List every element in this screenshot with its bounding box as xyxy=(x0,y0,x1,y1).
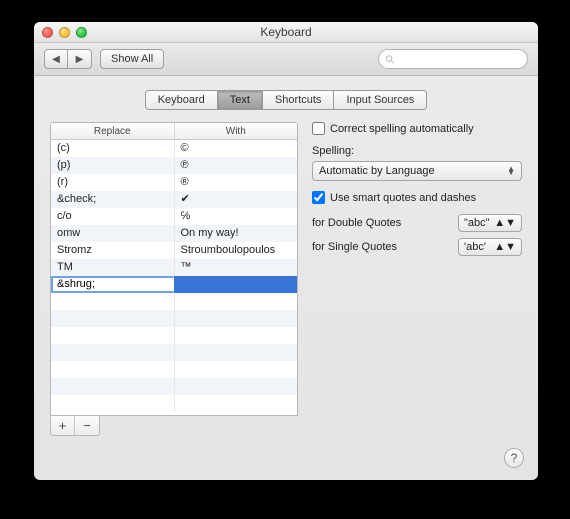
updown-icon: ▲▼ xyxy=(507,167,515,175)
double-quotes-popup[interactable]: "abc" ▲▼ xyxy=(458,214,522,232)
tab-label: Text xyxy=(230,94,250,106)
tab-keyboard[interactable]: Keyboard xyxy=(145,90,218,110)
cell-replace: &check; xyxy=(51,191,175,208)
titlebar: Keyboard xyxy=(34,22,538,43)
tab-label: Keyboard xyxy=(158,94,205,106)
search-input[interactable] xyxy=(399,53,521,65)
help-icon: ? xyxy=(511,451,518,465)
double-quotes-label: for Double Quotes xyxy=(312,217,401,229)
col-replace[interactable]: Replace xyxy=(51,123,175,139)
cell-replace-input[interactable]: &shrug; xyxy=(51,276,174,293)
window-title: Keyboard xyxy=(34,25,538,39)
table-row-editing[interactable]: &shrug; xyxy=(51,276,297,293)
cell-replace: TM xyxy=(51,259,175,276)
table-row[interactable]: StromzStroumboulopoulos xyxy=(51,242,297,259)
cell-with: ™ xyxy=(175,259,298,276)
cell-replace: Stromz xyxy=(51,242,175,259)
table-row[interactable]: (r)® xyxy=(51,174,297,191)
table-row[interactable]: (c)© xyxy=(51,140,297,157)
updown-icon: ▲▼ xyxy=(494,217,516,229)
cell-with: ® xyxy=(175,174,298,191)
remove-button[interactable]: − xyxy=(75,416,99,435)
popup-value: "abc" xyxy=(464,217,490,229)
checkbox-input[interactable] xyxy=(312,122,325,135)
cell-with: ℗ xyxy=(175,157,298,174)
tab-text[interactable]: Text xyxy=(218,90,263,110)
content: Keyboard Text Shortcuts Input Sources Re… xyxy=(34,76,538,480)
popup-value: Automatic by Language xyxy=(319,165,435,177)
add-remove-bar: + − xyxy=(50,416,100,436)
cell-replace: (c) xyxy=(51,140,175,157)
table-row[interactable]: &check;✔ xyxy=(51,191,297,208)
correct-spelling-checkbox[interactable]: Correct spelling automatically xyxy=(312,122,522,135)
toolbar: ◀ ▶ Show All xyxy=(34,43,538,76)
help-button[interactable]: ? xyxy=(504,448,524,468)
cell-with xyxy=(174,276,298,293)
table-header: Replace With xyxy=(51,123,297,140)
cell-with: ℅ xyxy=(175,208,298,225)
single-quotes-popup[interactable]: 'abc' ▲▼ xyxy=(458,238,522,256)
table-row[interactable]: omwOn my way! xyxy=(51,225,297,242)
tab-label: Input Sources xyxy=(346,94,414,106)
spelling-label: Spelling: xyxy=(312,145,522,157)
chevron-right-icon: ▶ xyxy=(76,54,84,65)
tab-bar: Keyboard Text Shortcuts Input Sources xyxy=(50,90,522,110)
table-row[interactable]: TM™ xyxy=(51,259,297,276)
add-button[interactable]: + xyxy=(51,416,75,435)
cell-with: Stroumboulopoulos xyxy=(175,242,298,259)
search-icon xyxy=(385,54,395,65)
cell-replace: omw xyxy=(51,225,175,242)
cell-replace: (p) xyxy=(51,157,175,174)
checkbox-label: Correct spelling automatically xyxy=(330,123,474,135)
nav-segment: ◀ ▶ xyxy=(44,49,92,69)
updown-icon: ▲▼ xyxy=(494,241,516,253)
forward-button[interactable]: ▶ xyxy=(68,49,92,69)
cell-replace: (r) xyxy=(51,174,175,191)
show-all-button[interactable]: Show All xyxy=(100,49,164,69)
prefs-window: Keyboard ◀ ▶ Show All Keyboard Text Shor… xyxy=(34,22,538,480)
minus-icon: − xyxy=(83,418,91,433)
spelling-popup[interactable]: Automatic by Language ▲▼ xyxy=(312,161,522,181)
col-with[interactable]: With xyxy=(175,123,298,139)
table-row[interactable]: c/o℅ xyxy=(51,208,297,225)
search-field[interactable] xyxy=(378,49,528,69)
tab-input-sources[interactable]: Input Sources xyxy=(334,90,427,110)
checkbox-label: Use smart quotes and dashes xyxy=(330,192,476,204)
chevron-left-icon: ◀ xyxy=(52,54,60,65)
replacements-table[interactable]: Replace With (c)© (p)℗ (r)® &check;✔ c/o… xyxy=(50,122,298,416)
tab-shortcuts[interactable]: Shortcuts xyxy=(263,90,334,110)
table-row[interactable]: (p)℗ xyxy=(51,157,297,174)
smart-quotes-checkbox[interactable]: Use smart quotes and dashes xyxy=(312,191,522,204)
single-quotes-label: for Single Quotes xyxy=(312,241,397,253)
checkbox-input[interactable] xyxy=(312,191,325,204)
cell-replace: c/o xyxy=(51,208,175,225)
cell-with: ✔ xyxy=(175,191,298,208)
back-button[interactable]: ◀ xyxy=(44,49,68,69)
cell-with: On my way! xyxy=(175,225,298,242)
plus-icon: + xyxy=(59,418,67,433)
tab-label: Shortcuts xyxy=(275,94,321,106)
popup-value: 'abc' xyxy=(464,241,486,253)
cell-with: © xyxy=(175,140,298,157)
show-all-label: Show All xyxy=(111,53,153,65)
